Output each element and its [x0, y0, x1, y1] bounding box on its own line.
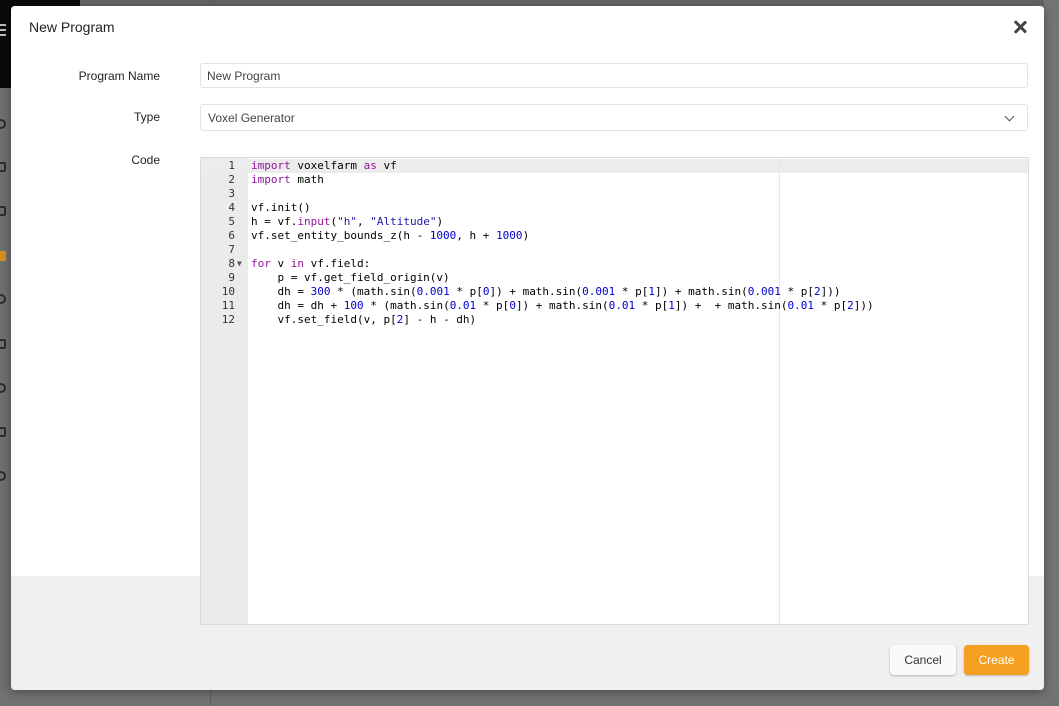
code-line: 9 p = vf.get_field_origin(v) [201, 271, 1028, 285]
code-line: 11 dh = dh + 100 * (math.sin(0.01 * p[0]… [201, 299, 1028, 313]
code-editor[interactable]: 1 import voxelfarm as vf 2 import math 3 4… [200, 157, 1029, 625]
line-number: 5 [228, 215, 235, 228]
line-number: 1 [228, 159, 235, 172]
line-number: 10 [221, 285, 235, 298]
new-program-dialog: New Program Program Name Type Voxel Gene… [11, 6, 1044, 690]
menu-icon [0, 24, 6, 36]
chevron-down-icon [1004, 111, 1015, 122]
line-number: 8 [228, 257, 235, 270]
program-name-input[interactable] [200, 63, 1028, 88]
cancel-button[interactable]: Cancel [890, 645, 956, 675]
code-line: 2 import math [201, 173, 1028, 187]
active-indicator-icon [0, 251, 6, 261]
code-line: 7 [201, 243, 1028, 257]
code-label: Code [131, 153, 160, 167]
fold-arrow-icon[interactable]: ▼ [237, 257, 242, 271]
type-select-value: Voxel Generator [208, 111, 295, 125]
create-button[interactable]: Create [964, 645, 1029, 675]
code-lines: 1 import voxelfarm as vf 2 import math 3 4… [201, 159, 1028, 327]
app-bottom-area [0, 690, 1059, 706]
triangle-icon [0, 339, 6, 349]
line-number: 6 [228, 229, 235, 242]
line-number: 11 [221, 299, 235, 312]
line-number: 3 [228, 187, 235, 200]
code-line: 3 [201, 187, 1028, 201]
code-line: 5h = vf.input("h", "Altitude") [201, 215, 1028, 229]
code-line: 1 import voxelfarm as vf [201, 159, 1028, 173]
clock-icon [0, 294, 6, 304]
line-number: 2 [228, 173, 235, 186]
code-line: 6 vf.set_entity_bounds_z(h - 1000, h + 10… [201, 229, 1028, 243]
globe-icon [0, 119, 6, 129]
code-line: 8 ▼ for v in vf.field: [201, 257, 1028, 271]
line-number: 9 [228, 271, 235, 284]
code-line: 4 vf.init() [201, 201, 1028, 215]
dialog-title: New Program [29, 19, 115, 35]
code-line: 10 dh = 300 * (math.sin(0.001 * p[0]) + … [201, 285, 1028, 299]
help-icon [0, 471, 6, 481]
close-icon[interactable] [1009, 16, 1031, 38]
line-number: 12 [221, 313, 235, 326]
gear-icon [0, 383, 6, 393]
app-content-edge [1044, 0, 1059, 706]
program-name-label: Program Name [78, 69, 160, 83]
grid-icon [0, 206, 6, 216]
code-line: 12 vf.set_field(v, p[2] - h - dh) [201, 313, 1028, 327]
type-select[interactable]: Voxel Generator [200, 104, 1028, 131]
line-number: 7 [228, 243, 235, 256]
app-sidebar [0, 88, 11, 706]
type-label: Type [133, 110, 160, 124]
user-icon [0, 427, 6, 437]
line-number: 4 [228, 201, 235, 214]
app-divider [210, 690, 211, 706]
square-icon [0, 162, 6, 172]
